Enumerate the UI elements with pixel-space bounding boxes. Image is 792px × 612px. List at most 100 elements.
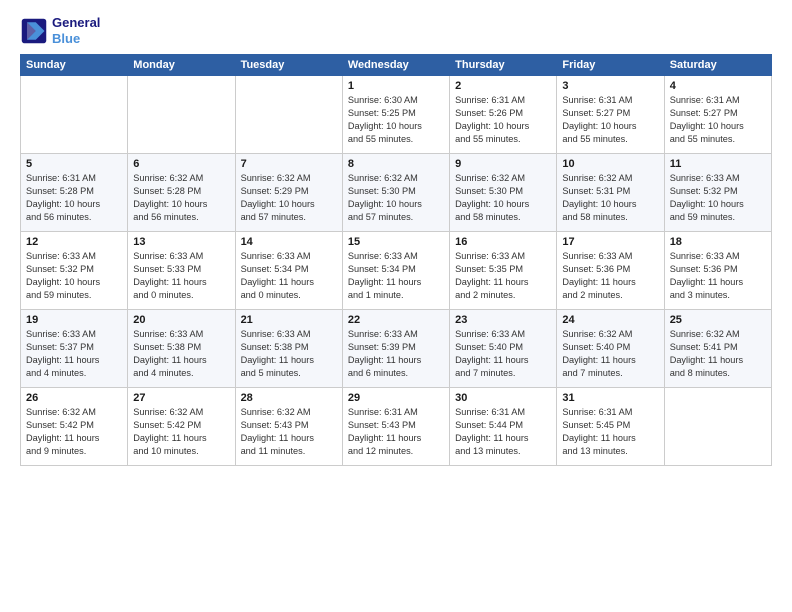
- day-info: Sunrise: 6:32 AM Sunset: 5:30 PM Dayligh…: [348, 172, 444, 224]
- day-number: 6: [133, 158, 229, 170]
- day-info: Sunrise: 6:33 AM Sunset: 5:38 PM Dayligh…: [133, 328, 229, 380]
- logo-icon: [20, 17, 48, 45]
- day-info: Sunrise: 6:32 AM Sunset: 5:40 PM Dayligh…: [562, 328, 658, 380]
- day-info: Sunrise: 6:32 AM Sunset: 5:29 PM Dayligh…: [241, 172, 337, 224]
- day-number: 17: [562, 236, 658, 248]
- day-info: Sunrise: 6:33 AM Sunset: 5:34 PM Dayligh…: [348, 250, 444, 302]
- calendar-cell: 18 Sunrise: 6:33 AM Sunset: 5:36 PM Dayli…: [664, 232, 771, 310]
- calendar-cell: 10 Sunrise: 6:32 AM Sunset: 5:31 PM Dayli…: [557, 154, 664, 232]
- day-info: Sunrise: 6:33 AM Sunset: 5:39 PM Dayligh…: [348, 328, 444, 380]
- calendar-cell: 30 Sunrise: 6:31 AM Sunset: 5:44 PM Dayli…: [450, 388, 557, 466]
- day-info: Sunrise: 6:32 AM Sunset: 5:31 PM Dayligh…: [562, 172, 658, 224]
- day-header-tuesday: Tuesday: [235, 55, 342, 76]
- day-info: Sunrise: 6:32 AM Sunset: 5:42 PM Dayligh…: [26, 406, 122, 458]
- day-number: 11: [670, 158, 766, 170]
- day-number: 9: [455, 158, 551, 170]
- day-number: 7: [241, 158, 337, 170]
- day-info: Sunrise: 6:31 AM Sunset: 5:27 PM Dayligh…: [562, 94, 658, 146]
- day-info: Sunrise: 6:32 AM Sunset: 5:28 PM Dayligh…: [133, 172, 229, 224]
- day-number: 13: [133, 236, 229, 248]
- day-header-thursday: Thursday: [450, 55, 557, 76]
- calendar-cell: 23Sunrise: 6:33 AM Sunset: 5:40 PM Dayli…: [450, 310, 557, 388]
- day-number: 18: [670, 236, 766, 248]
- day-info: Sunrise: 6:33 AM Sunset: 5:37 PM Dayligh…: [26, 328, 122, 380]
- calendar-cell: 22Sunrise: 6:33 AM Sunset: 5:39 PM Dayli…: [342, 310, 449, 388]
- week-row-5: 26 Sunrise: 6:32 AM Sunset: 5:42 PM Dayli…: [21, 388, 772, 466]
- day-number: 5: [26, 158, 122, 170]
- logo: General Blue: [20, 15, 100, 46]
- day-info: Sunrise: 6:33 AM Sunset: 5:35 PM Dayligh…: [455, 250, 551, 302]
- day-number: 12: [26, 236, 122, 248]
- calendar-cell: 19 Sunrise: 6:33 AM Sunset: 5:37 PM Dayli…: [21, 310, 128, 388]
- calendar-cell: [21, 76, 128, 154]
- calendar-cell: 8 Sunrise: 6:32 AM Sunset: 5:30 PM Daylig…: [342, 154, 449, 232]
- day-number: 20: [133, 314, 229, 326]
- day-number: 31: [562, 392, 658, 404]
- day-header-wednesday: Wednesday: [342, 55, 449, 76]
- calendar-cell: 5 Sunrise: 6:31 AM Sunset: 5:28 PM Daylig…: [21, 154, 128, 232]
- day-number: 19: [26, 314, 122, 326]
- calendar-cell: 20 Sunrise: 6:33 AM Sunset: 5:38 PM Dayli…: [128, 310, 235, 388]
- day-number: 1: [348, 80, 444, 92]
- day-number: 3: [562, 80, 658, 92]
- day-info: Sunrise: 6:33 AM Sunset: 5:38 PM Dayligh…: [241, 328, 337, 380]
- calendar-cell: 11 Sunrise: 6:33 AM Sunset: 5:32 PM Dayli…: [664, 154, 771, 232]
- calendar-cell: 16 Sunrise: 6:33 AM Sunset: 5:35 PM Dayli…: [450, 232, 557, 310]
- calendar-cell: 6 Sunrise: 6:32 AM Sunset: 5:28 PM Daylig…: [128, 154, 235, 232]
- day-header-friday: Friday: [557, 55, 664, 76]
- day-number: 10: [562, 158, 658, 170]
- day-info: Sunrise: 6:31 AM Sunset: 5:26 PM Dayligh…: [455, 94, 551, 146]
- calendar-cell: 25Sunrise: 6:32 AM Sunset: 5:41 PM Dayli…: [664, 310, 771, 388]
- day-number: 16: [455, 236, 551, 248]
- calendar-cell: 27Sunrise: 6:32 AM Sunset: 5:42 PM Dayli…: [128, 388, 235, 466]
- day-info: Sunrise: 6:31 AM Sunset: 5:44 PM Dayligh…: [455, 406, 551, 458]
- calendar-cell: 13 Sunrise: 6:33 AM Sunset: 5:33 PM Dayli…: [128, 232, 235, 310]
- day-info: Sunrise: 6:30 AM Sunset: 5:25 PM Dayligh…: [348, 94, 444, 146]
- calendar: SundayMondayTuesdayWednesdayThursdayFrid…: [20, 54, 772, 466]
- calendar-cell: 14 Sunrise: 6:33 AM Sunset: 5:34 PM Dayli…: [235, 232, 342, 310]
- header: General Blue: [20, 15, 772, 46]
- day-info: Sunrise: 6:33 AM Sunset: 5:32 PM Dayligh…: [670, 172, 766, 224]
- day-info: Sunrise: 6:32 AM Sunset: 5:41 PM Dayligh…: [670, 328, 766, 380]
- calendar-cell: 28 Sunrise: 6:32 AM Sunset: 5:43 PM Dayli…: [235, 388, 342, 466]
- day-info: Sunrise: 6:32 AM Sunset: 5:43 PM Dayligh…: [241, 406, 337, 458]
- calendar-cell: 29 Sunrise: 6:31 AM Sunset: 5:43 PM Dayli…: [342, 388, 449, 466]
- week-row-1: 1 Sunrise: 6:30 AM Sunset: 5:25 PM Daylig…: [21, 76, 772, 154]
- day-number: 8: [348, 158, 444, 170]
- week-row-3: 12 Sunrise: 6:33 AM Sunset: 5:32 PM Dayli…: [21, 232, 772, 310]
- day-info: Sunrise: 6:33 AM Sunset: 5:33 PM Dayligh…: [133, 250, 229, 302]
- day-number: 26: [26, 392, 122, 404]
- calendar-header-row: SundayMondayTuesdayWednesdayThursdayFrid…: [21, 55, 772, 76]
- day-number: 30: [455, 392, 551, 404]
- day-info: Sunrise: 6:33 AM Sunset: 5:32 PM Dayligh…: [26, 250, 122, 302]
- day-info: Sunrise: 6:33 AM Sunset: 5:40 PM Dayligh…: [455, 328, 551, 380]
- day-info: Sunrise: 6:31 AM Sunset: 5:43 PM Dayligh…: [348, 406, 444, 458]
- page: General Blue SundayMondayTuesdayWednesda…: [0, 0, 792, 612]
- day-info: Sunrise: 6:32 AM Sunset: 5:42 PM Dayligh…: [133, 406, 229, 458]
- day-info: Sunrise: 6:33 AM Sunset: 5:34 PM Dayligh…: [241, 250, 337, 302]
- day-number: 28: [241, 392, 337, 404]
- calendar-cell: [235, 76, 342, 154]
- calendar-cell: 2Sunrise: 6:31 AM Sunset: 5:26 PM Daylig…: [450, 76, 557, 154]
- calendar-cell: 24Sunrise: 6:32 AM Sunset: 5:40 PM Dayli…: [557, 310, 664, 388]
- calendar-cell: 15Sunrise: 6:33 AM Sunset: 5:34 PM Dayli…: [342, 232, 449, 310]
- calendar-cell: 7 Sunrise: 6:32 AM Sunset: 5:29 PM Daylig…: [235, 154, 342, 232]
- calendar-cell: 12 Sunrise: 6:33 AM Sunset: 5:32 PM Dayli…: [21, 232, 128, 310]
- calendar-cell: 1 Sunrise: 6:30 AM Sunset: 5:25 PM Daylig…: [342, 76, 449, 154]
- calendar-cell: 26 Sunrise: 6:32 AM Sunset: 5:42 PM Dayli…: [21, 388, 128, 466]
- day-info: Sunrise: 6:31 AM Sunset: 5:45 PM Dayligh…: [562, 406, 658, 458]
- day-info: Sunrise: 6:33 AM Sunset: 5:36 PM Dayligh…: [670, 250, 766, 302]
- day-info: Sunrise: 6:31 AM Sunset: 5:28 PM Dayligh…: [26, 172, 122, 224]
- day-number: 4: [670, 80, 766, 92]
- calendar-cell: 9Sunrise: 6:32 AM Sunset: 5:30 PM Daylig…: [450, 154, 557, 232]
- day-info: Sunrise: 6:33 AM Sunset: 5:36 PM Dayligh…: [562, 250, 658, 302]
- calendar-cell: [664, 388, 771, 466]
- day-header-monday: Monday: [128, 55, 235, 76]
- day-header-sunday: Sunday: [21, 55, 128, 76]
- day-number: 14: [241, 236, 337, 248]
- calendar-cell: [128, 76, 235, 154]
- calendar-cell: 21Sunrise: 6:33 AM Sunset: 5:38 PM Dayli…: [235, 310, 342, 388]
- calendar-cell: 3 Sunrise: 6:31 AM Sunset: 5:27 PM Daylig…: [557, 76, 664, 154]
- calendar-cell: 4Sunrise: 6:31 AM Sunset: 5:27 PM Daylig…: [664, 76, 771, 154]
- day-number: 29: [348, 392, 444, 404]
